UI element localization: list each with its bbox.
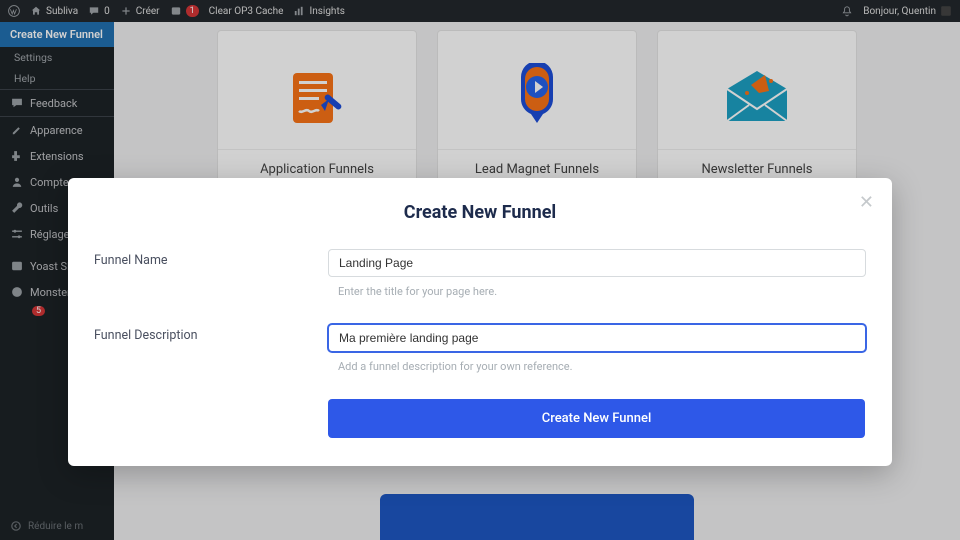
modal-title: Create New Funnel <box>94 202 866 223</box>
funnel-name-hint: Enter the title for your page here. <box>328 285 866 298</box>
funnel-description-label: Funnel Description <box>94 324 328 373</box>
funnel-name-input[interactable] <box>328 249 866 277</box>
create-funnel-button[interactable]: Create New Funnel <box>328 399 865 438</box>
create-funnel-modal: ✕ Create New Funnel Funnel Name Enter th… <box>68 178 892 466</box>
funnel-description-hint: Add a funnel description for your own re… <box>328 360 866 373</box>
submit-label: Create New Funnel <box>542 411 652 426</box>
funnel-description-input[interactable] <box>328 324 866 352</box>
funnel-name-label: Funnel Name <box>94 249 328 298</box>
close-icon[interactable]: ✕ <box>859 194 874 212</box>
